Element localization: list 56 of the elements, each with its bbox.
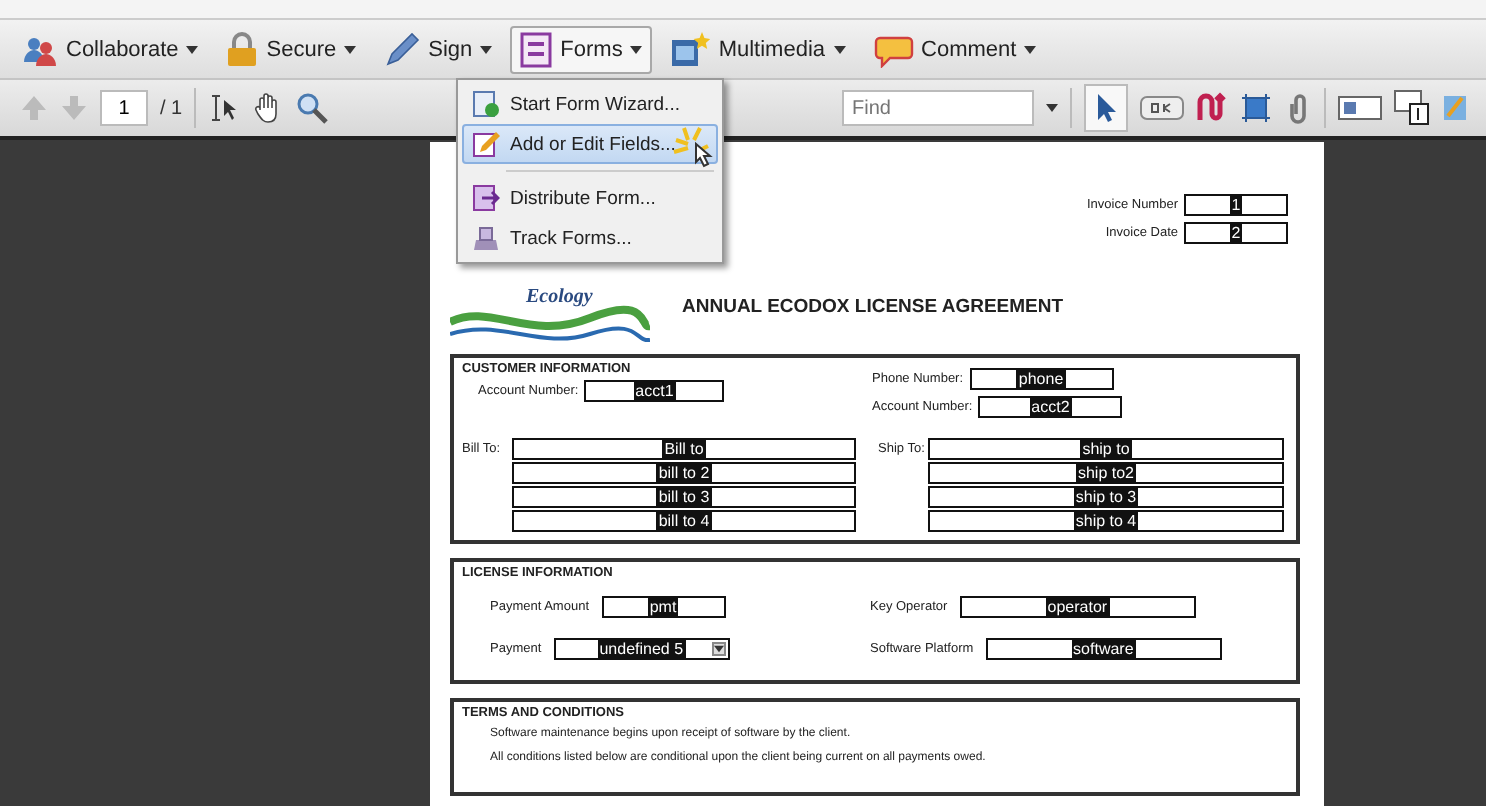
- caret-icon: [344, 45, 357, 53]
- list-box-icon[interactable]: [1394, 90, 1430, 126]
- form-icon: [520, 31, 553, 67]
- task-button[interactable]: Multimedia: [660, 25, 856, 73]
- padlock-icon: [226, 31, 259, 67]
- ok-button-icon[interactable]: [1140, 96, 1184, 120]
- page-number-field[interactable]: 1: [100, 90, 148, 126]
- pencil-form-icon: [472, 130, 500, 158]
- document-title: ANNUAL ECODOX LICENSE AGREEMENT: [682, 296, 1066, 318]
- form-field[interactable]: bill to 4: [512, 510, 856, 532]
- zoom-icon[interactable]: [296, 92, 329, 124]
- task-button[interactable]: Comment: [863, 25, 1047, 73]
- form-field[interactable]: ship to 4: [928, 510, 1284, 532]
- task-button[interactable]: Collaborate: [12, 25, 209, 73]
- caret-icon: [1046, 104, 1058, 112]
- menu-item[interactable]: Start Form Wizard...: [462, 84, 718, 124]
- caret-icon: [833, 45, 846, 53]
- form-field[interactable]: acct1: [584, 380, 725, 402]
- caret-icon: [630, 45, 643, 53]
- form-field[interactable]: phone: [969, 368, 1114, 390]
- menu-item[interactable]: Track Forms...: [462, 218, 718, 258]
- form-field[interactable]: ship to: [928, 438, 1284, 460]
- text-cursor-icon[interactable]: [208, 94, 241, 122]
- film-star-icon: [670, 31, 711, 67]
- caret-icon: [480, 45, 493, 53]
- paperclip-icon[interactable]: [1284, 92, 1312, 124]
- form-field[interactable]: ship to2: [928, 462, 1284, 484]
- caret-icon: [186, 45, 199, 53]
- crop-frame-icon[interactable]: [1240, 92, 1272, 124]
- page-count: / 1: [160, 97, 183, 119]
- tray-icon: [472, 224, 500, 252]
- task-button[interactable]: Secure: [216, 25, 367, 73]
- pointer-icon[interactable]: [1084, 84, 1128, 132]
- form-field[interactable]: bill to 2: [512, 462, 856, 484]
- menu-item[interactable]: Distribute Form...: [462, 178, 718, 218]
- find-field[interactable]: Find: [842, 90, 1034, 126]
- form-field[interactable]: ship to 3: [928, 486, 1284, 508]
- form-field[interactable]: pmt: [601, 596, 725, 618]
- form-wand-icon: [472, 90, 500, 118]
- task-button[interactable]: Forms: [510, 25, 653, 73]
- pen-icon: [384, 31, 421, 67]
- form-field[interactable]: undefined 5: [553, 638, 730, 660]
- logo-drawing: Ecology: [450, 286, 650, 346]
- form-field[interactable]: 1: [1184, 194, 1288, 216]
- form-field[interactable]: software: [985, 638, 1222, 660]
- form-field[interactable]: acct2: [978, 396, 1123, 418]
- form-field[interactable]: Bill to: [512, 438, 856, 460]
- caret-icon: [1024, 45, 1037, 53]
- speech-bubble-icon: [873, 31, 914, 67]
- dropdown-arrow-icon[interactable]: [711, 642, 726, 656]
- text-field-icon[interactable]: [1338, 96, 1382, 120]
- task-button[interactable]: Sign: [374, 25, 503, 73]
- form-field[interactable]: operator: [959, 596, 1196, 618]
- form-field[interactable]: 2: [1184, 222, 1288, 244]
- form-field[interactable]: bill to 3: [512, 486, 856, 508]
- menu-item[interactable]: Add or Edit Fields...: [462, 124, 718, 164]
